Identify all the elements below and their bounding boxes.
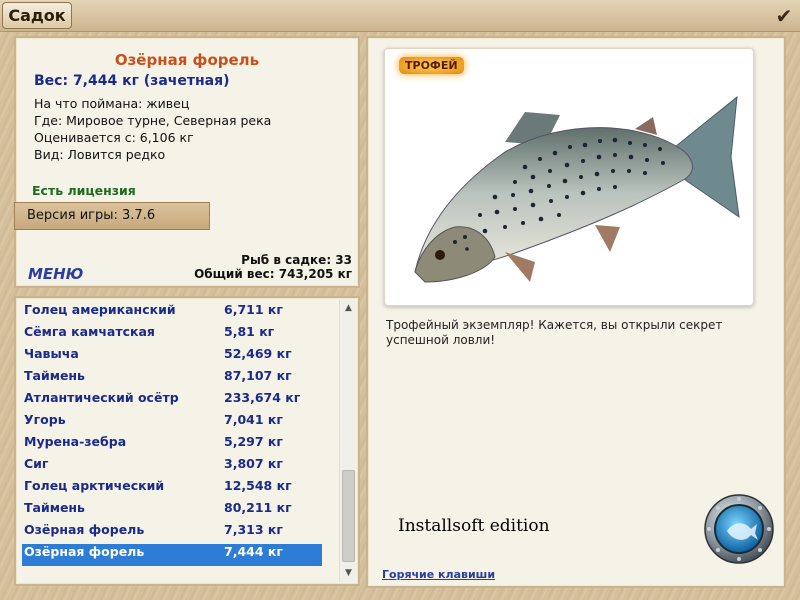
caught-with: На что поймана: живец	[34, 96, 190, 111]
fish-list-weight: 233,674 кг	[224, 390, 301, 405]
total-weight: Общий вес: 743,205 кг	[194, 267, 352, 281]
list-item[interactable]: Голец американский 6,711 кг	[22, 302, 322, 324]
catch-list-panel: Голец американский 6,711 кг Сёмга камчатск…	[14, 296, 360, 586]
list-item[interactable]: Угорь 7,041 кг	[22, 412, 322, 434]
list-item[interactable]: Чавыча 52,469 кг	[22, 346, 322, 368]
fish-list-weight: 6,711 кг	[224, 302, 283, 317]
fish-list-weight: 12,548 кг	[224, 478, 292, 493]
scroll-thumb[interactable]	[342, 470, 355, 562]
catch-list: Голец американский 6,711 кг Сёмга камчатск…	[22, 302, 322, 566]
menu-button[interactable]: МЕНЮ	[28, 265, 83, 283]
fish-list-name: Угорь	[24, 412, 66, 427]
window-title: Садок	[2, 2, 72, 29]
fish-list-name: Сиг	[24, 456, 49, 471]
scroll-up-icon[interactable]: ▲	[340, 300, 357, 317]
list-item[interactable]: Озёрная форель 7,313 кг	[22, 522, 322, 544]
fish-weight: Вес: 7,444 кг (зачетная)	[34, 73, 230, 89]
hotkeys-link[interactable]: Горячие клавиши	[382, 568, 495, 581]
fish-image-card: ТРОФЕЙ	[384, 48, 754, 306]
license-status: Есть лицензия	[32, 183, 136, 198]
fish-list-weight: 3,807 кг	[224, 456, 283, 471]
list-item[interactable]: Атлантический осётр 233,674 кг	[22, 390, 322, 412]
rated-from: Оценивается с: 6,106 кг	[34, 130, 194, 145]
fish-list-weight: 52,469 кг	[224, 346, 292, 361]
fish-list-name: Озёрная форель	[24, 522, 145, 537]
fish-list-weight: 5,297 кг	[224, 434, 283, 449]
list-item[interactable]: Таймень 80,211 кг	[22, 500, 322, 522]
trophy-badge: ТРОФЕЙ	[399, 57, 464, 74]
fish-list-name: Таймень	[24, 368, 85, 383]
fish-list-name: Чавыча	[24, 346, 79, 361]
fish-list-name: Таймень	[24, 500, 85, 515]
list-item[interactable]: Сиг 3,807 кг	[22, 456, 322, 478]
list-item[interactable]: Голец арктический 12,548 кг	[22, 478, 322, 500]
fish-list-name: Сёмга камчатская	[24, 324, 155, 339]
fish-count: Рыб в садке: 33	[241, 253, 352, 267]
title-bar: Садок ✔	[0, 0, 800, 32]
fish-list-name: Голец американский	[24, 302, 176, 317]
fish-list-name: Мурена-зебра	[24, 434, 127, 449]
trophy-description: Трофейный экземпляр! Кажется, вы открыли…	[386, 318, 723, 347]
fish-list-weight: 87,107 кг	[224, 368, 292, 383]
fish-list-name: Атлантический осётр	[24, 390, 179, 405]
fish-list-weight: 7,313 кг	[224, 522, 283, 537]
fish-list-weight: 5,81 кг	[224, 324, 275, 339]
fish-info-panel: Озёрная форель Вес: 7,444 кг (зачетная) …	[14, 36, 360, 288]
list-item[interactable]: Мурена-зебра 5,297 кг	[22, 434, 322, 456]
scroll-down-icon[interactable]: ▼	[340, 565, 357, 582]
fish-kind: Вид: Ловится редко	[34, 147, 166, 162]
catch-location: Где: Мировое турне, Северная река	[34, 113, 272, 128]
fish-list-weight: 7,041 кг	[224, 412, 283, 427]
trout-image	[414, 95, 740, 283]
watermark-text: Installsoft edition	[398, 516, 550, 536]
checkmark-icon[interactable]: ✔	[772, 4, 796, 28]
scrollbar[interactable]: ▲ ▼	[339, 300, 356, 582]
fish-name: Озёрная форель	[114, 51, 260, 69]
list-item[interactable]: Таймень 87,107 кг	[22, 368, 322, 390]
fish-list-name: Озёрная форель	[24, 544, 145, 559]
game-version: Версия игры: 3.7.6	[14, 202, 210, 230]
fish-list-weight: 80,211 кг	[224, 500, 292, 515]
list-item[interactable]: Сёмга камчатская 5,81 кг	[22, 324, 322, 346]
porthole-fish-icon[interactable]	[703, 493, 775, 565]
fish-list-weight: 7,444 кг	[224, 544, 283, 559]
fish-detail-panel: ТРОФЕЙ Трофейный экземпляр! Кажется, вы …	[366, 36, 786, 588]
list-item[interactable]: Озёрная форель 7,444 кг	[22, 544, 322, 566]
fish-list-name: Голец арктический	[24, 478, 165, 493]
